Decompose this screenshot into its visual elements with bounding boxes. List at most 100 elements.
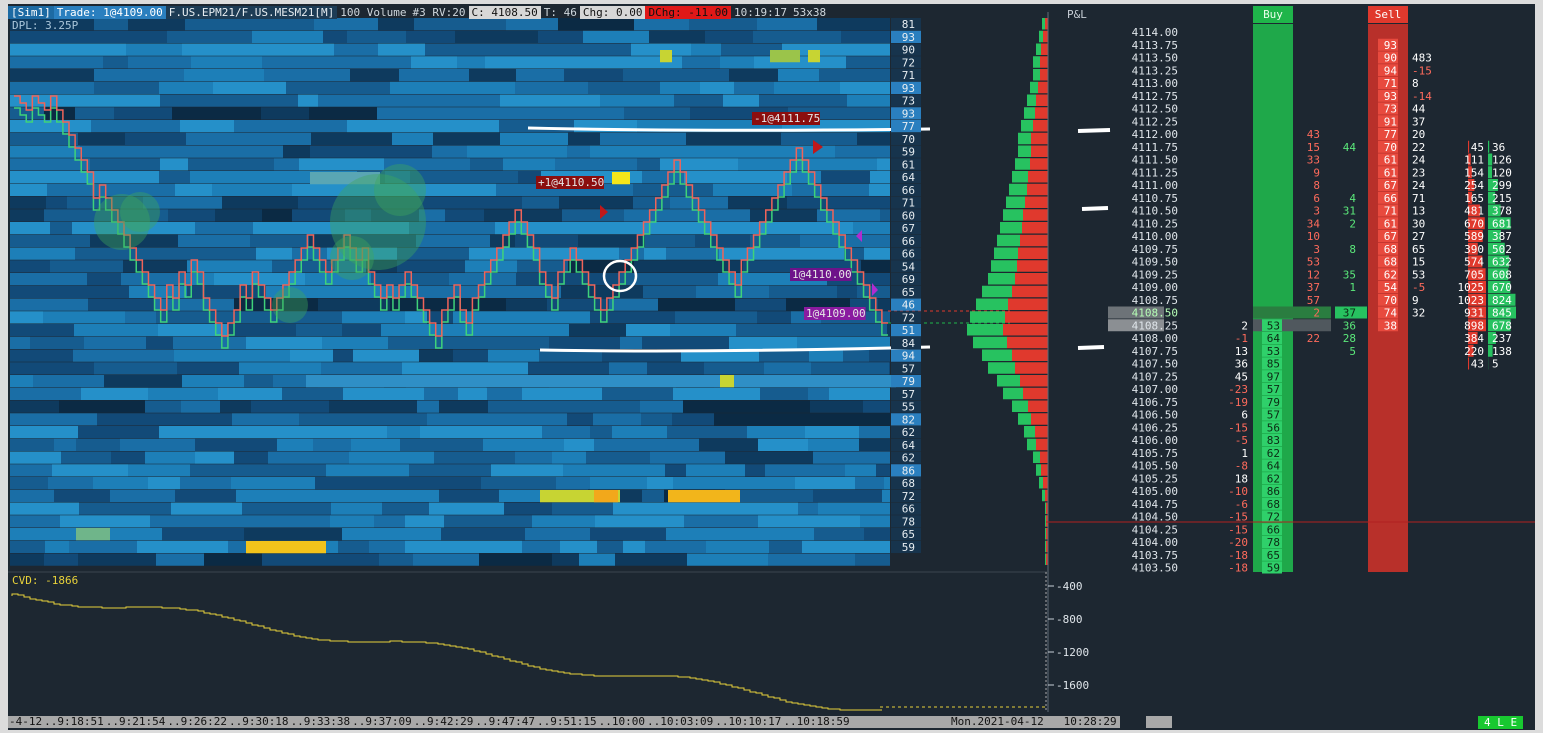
heatmap-cell <box>123 260 187 273</box>
heatmap-cell <box>358 362 402 375</box>
volume-profile-sell <box>1031 132 1048 145</box>
heatmap-cell <box>476 196 522 209</box>
volume-profile-sell <box>1038 81 1048 94</box>
ladder-bought: 37 <box>1343 307 1356 320</box>
ladder-sold: 57 <box>1307 294 1320 307</box>
heatmap-cell <box>769 540 802 553</box>
volume-profile-buy <box>1033 69 1040 81</box>
heatmap-cell <box>409 464 491 477</box>
heatmap-cell <box>118 30 167 43</box>
ladder-bid: 65 <box>1267 549 1280 562</box>
heatmap-cell <box>10 349 73 362</box>
price-axis-label: 79 <box>902 375 915 388</box>
heatmap-cell <box>753 30 798 43</box>
heatmap-cell <box>369 540 405 553</box>
heatmap-cell <box>340 553 379 566</box>
heatmap-cell <box>262 553 340 566</box>
ladder-price: 4110.25 <box>1132 217 1178 230</box>
volume-profile-buy <box>994 247 1018 259</box>
heatmap-cell <box>255 515 330 528</box>
heatmap-cell <box>560 540 597 553</box>
ladder-ask: 71 <box>1384 77 1397 90</box>
heatmap-cell <box>174 349 235 362</box>
buy-column-header[interactable]: Buy <box>1253 6 1293 23</box>
heatmap-cell <box>171 502 242 515</box>
ladder-pnl: 2 <box>1241 319 1248 332</box>
heatmap-cell <box>191 56 262 69</box>
pnl-column-header[interactable]: P&L <box>1067 8 1087 21</box>
heatmap-cell <box>458 387 487 400</box>
price-axis-label: 73 <box>902 95 915 108</box>
heatmap-cell <box>631 43 656 56</box>
heatmap-cell <box>587 464 665 477</box>
grid-size-label: 53x38 <box>792 6 827 19</box>
heatmap-cell <box>268 451 349 464</box>
volume-profile-buy <box>1036 43 1041 55</box>
heatmap-cell <box>638 145 704 158</box>
heatmap-cell <box>453 349 488 362</box>
heatmap-cell <box>517 260 568 273</box>
heatmap-cell <box>740 387 760 400</box>
account-label[interactable]: [Sim1] <box>8 6 54 19</box>
heatmap-cell <box>242 94 271 107</box>
heatmap-cell <box>781 132 857 145</box>
heatmap-cell <box>620 336 642 349</box>
ladder-pnl: -20 <box>1228 536 1248 549</box>
heatmap-cell <box>864 528 890 541</box>
volume-profile-buy <box>1024 426 1035 438</box>
ladder-bid: 86 <box>1267 485 1280 498</box>
heatmap-cell <box>484 209 512 222</box>
symbol-label[interactable]: F.US.EPM21/F.US.MESM21[M] <box>165 6 338 19</box>
dash-mark <box>1077 345 1105 350</box>
heatmap-cell <box>515 81 588 94</box>
chart-title-bar: [Sim1] Trade: 1@4109.00 F.US.EPM21/F.US.… <box>8 6 829 19</box>
time-axis-label: ..9:26:22 <box>167 715 227 728</box>
heatmap-cell <box>686 464 745 477</box>
time-axis-label: ..10:18:59 <box>783 715 850 728</box>
connection-status-badge[interactable]: 4 L E <box>1478 716 1524 729</box>
heatmap-cell <box>185 18 257 31</box>
heatmap-cell <box>274 158 299 171</box>
heatmap-cell <box>180 477 231 490</box>
heatmap-cell <box>602 387 673 400</box>
heatmap-cell <box>424 387 458 400</box>
heatmap-cell <box>665 260 743 273</box>
heatmap-cell <box>487 107 537 120</box>
price-axis-label: 93 <box>902 107 915 120</box>
heatmap-cell <box>45 540 69 553</box>
price-axis-label: 62 <box>902 426 915 439</box>
ladder-pnl: 45 <box>1235 370 1248 383</box>
ladder-bid: 59 <box>1267 562 1280 575</box>
ladder-volume: 27 <box>1412 230 1425 243</box>
dom-heatmap-chart[interactable]: -1@4111.75+1@4110.501@4110.001@4109.0081… <box>0 0 1543 733</box>
heatmap-cell <box>111 451 145 464</box>
heatmap-cell <box>212 145 283 158</box>
heatmap-cell <box>658 298 735 311</box>
ladder-vp-sell: 670 <box>1464 217 1484 230</box>
bar-type-label[interactable]: 100 Volume <box>337 6 409 19</box>
sell-column-header[interactable]: Sell <box>1368 6 1408 23</box>
volume-profile-buy <box>988 362 1015 374</box>
heatmap-cell <box>148 477 180 490</box>
ladder-pnl: -18 <box>1228 562 1248 575</box>
heatmap-cell <box>404 94 433 107</box>
heatmap-cell <box>720 56 754 69</box>
heatmap-cell <box>162 69 184 82</box>
heatmap <box>10 18 896 566</box>
heatmap-cell <box>787 196 849 209</box>
volume-profile-buy <box>1045 528 1046 540</box>
ladder-price: 4104.75 <box>1132 498 1178 511</box>
heatmap-cell <box>837 285 857 298</box>
heatmap-cell <box>650 451 725 464</box>
heatmap-cell <box>750 209 817 222</box>
heatmap-cell <box>641 413 672 426</box>
time-axis-label: ..10:10:17 <box>715 715 782 728</box>
heatmap-cell <box>584 158 637 171</box>
heatmap-cell <box>121 273 185 286</box>
volume-profile-buy <box>1018 132 1031 145</box>
heatmap-cell <box>148 387 218 400</box>
heatmap-cell <box>595 515 659 528</box>
heatmap-cell <box>322 120 347 133</box>
ladder-pnl: 6 <box>1241 409 1248 422</box>
heatmap-cell <box>182 375 244 388</box>
